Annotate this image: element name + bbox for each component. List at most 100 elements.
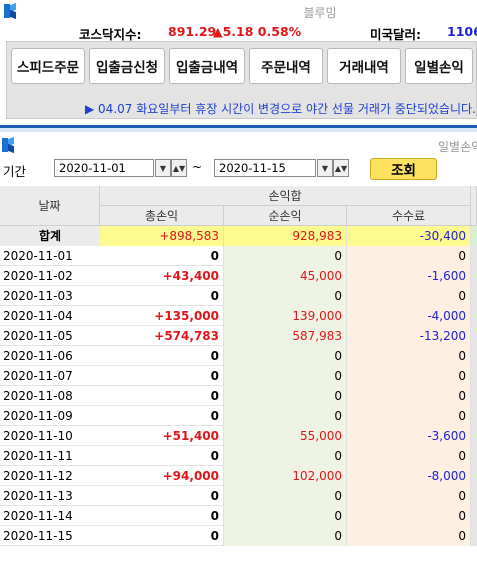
table-row[interactable]: 2020-11-12 +94,000 102,000 -8,000 bbox=[0, 466, 477, 486]
trade-history-button[interactable]: 거래내역 bbox=[327, 48, 401, 84]
row-gross: 0 bbox=[100, 286, 224, 306]
row-date: 2020-11-10 bbox=[3, 429, 73, 443]
header-extra bbox=[471, 186, 477, 226]
period-label: 기간 bbox=[3, 164, 27, 179]
row-date: 2020-11-06 bbox=[3, 349, 73, 363]
row-fee: -1,600 bbox=[347, 266, 471, 286]
row-gross: 0 bbox=[100, 246, 224, 266]
table-row[interactable]: 2020-11-14 0 0 0 bbox=[0, 506, 477, 526]
row-extra bbox=[471, 286, 477, 306]
table-row[interactable]: 2020-11-07 0 0 0 bbox=[0, 366, 477, 386]
row-fee: -3,600 bbox=[347, 426, 471, 446]
table-row[interactable]: 2020-11-10 +51,400 55,000 -3,600 bbox=[0, 426, 477, 446]
row-extra bbox=[471, 346, 477, 366]
pnl-group-header: 손익합 bbox=[100, 186, 471, 206]
row-net: 0 bbox=[224, 346, 347, 366]
row-gross: 0 bbox=[100, 506, 224, 526]
usd-value: 1106 bbox=[447, 24, 477, 39]
row-date: 2020-11-05 bbox=[3, 329, 73, 343]
row-fee: 0 bbox=[347, 446, 471, 466]
row-gross: 0 bbox=[100, 526, 224, 546]
table-row[interactable]: 2020-11-04 +135,000 139,000 -4,000 bbox=[0, 306, 477, 326]
table-row[interactable]: 2020-11-03 0 0 0 bbox=[0, 286, 477, 306]
row-extra bbox=[471, 426, 477, 446]
deposit-request-button[interactable]: 입출금신청 bbox=[89, 48, 165, 84]
row-date: 2020-11-01 bbox=[3, 249, 73, 263]
row-net: 139,000 bbox=[224, 306, 347, 326]
row-fee: 0 bbox=[347, 526, 471, 546]
speed-order-button[interactable]: 스피드주문 bbox=[11, 48, 85, 84]
row-net: 0 bbox=[224, 286, 347, 306]
market-ticker: 코스닥지수: 891.29 ▲5.18 0.58% 미국달러: 1106 bbox=[0, 24, 477, 42]
row-fee: 0 bbox=[347, 406, 471, 426]
fee-header: 수수료 bbox=[347, 206, 471, 226]
summary-net: 928,983 bbox=[224, 226, 347, 246]
row-date: 2020-11-04 bbox=[3, 309, 73, 323]
row-net: 55,000 bbox=[224, 426, 347, 446]
row-fee: 0 bbox=[347, 506, 471, 526]
table-row[interactable]: 2020-11-09 0 0 0 bbox=[0, 406, 477, 426]
table-row[interactable]: 2020-11-15 0 0 0 bbox=[0, 526, 477, 546]
summary-extra bbox=[471, 226, 477, 246]
end-date-input[interactable]: 2020-11-15 bbox=[214, 159, 316, 177]
sub-window-title: 일별손익 bbox=[438, 140, 477, 154]
table-row[interactable]: 2020-11-08 0 0 0 bbox=[0, 386, 477, 406]
search-button[interactable]: 조회 bbox=[370, 158, 437, 180]
row-extra bbox=[471, 326, 477, 346]
row-fee: -8,000 bbox=[347, 466, 471, 486]
start-date-calendar-icon[interactable]: ▼ bbox=[155, 159, 171, 177]
daily-pnl-button[interactable]: 일별손익 bbox=[405, 48, 473, 84]
row-fee: 0 bbox=[347, 246, 471, 266]
row-extra bbox=[471, 466, 477, 486]
order-history-button[interactable]: 주문내역 bbox=[249, 48, 323, 84]
table-row[interactable]: 2020-11-13 0 0 0 bbox=[0, 486, 477, 506]
start-date-spin-icon[interactable]: ▲▼ bbox=[171, 159, 187, 177]
row-gross: +135,000 bbox=[100, 306, 224, 326]
summary-fee: -30,400 bbox=[347, 226, 471, 246]
row-date: 2020-11-15 bbox=[3, 529, 73, 543]
net-header: 순손익 bbox=[224, 206, 347, 226]
row-fee: 0 bbox=[347, 286, 471, 306]
row-date: 2020-11-12 bbox=[3, 469, 73, 483]
row-extra bbox=[471, 446, 477, 466]
start-date-input[interactable]: 2020-11-01 bbox=[54, 159, 154, 177]
row-gross: +574,783 bbox=[100, 326, 224, 346]
table-row[interactable]: 2020-11-02 +43,400 45,000 -1,600 bbox=[0, 266, 477, 286]
row-fee: -13,200 bbox=[347, 326, 471, 346]
row-net: 0 bbox=[224, 386, 347, 406]
deposit-history-button[interactable]: 입출금내역 bbox=[169, 48, 245, 84]
notice-text: ▶ 04.07 화요일부터 휴장 시간이 변경으로 야간 선물 거래가 중단되었… bbox=[85, 102, 476, 116]
row-net: 0 bbox=[224, 446, 347, 466]
kosdaq-change: ▲5.18 0.58% bbox=[213, 24, 302, 39]
app-logo-icon bbox=[2, 136, 14, 154]
daily-pnl-window: 일별손익 기간 2020-11-01 ▼ ▲▼ ~ 2020-11-15 ▼ ▲… bbox=[0, 132, 477, 562]
row-extra bbox=[471, 406, 477, 426]
row-gross: +43,400 bbox=[100, 266, 224, 286]
end-date-calendar-icon[interactable]: ▼ bbox=[317, 159, 333, 177]
row-net: 0 bbox=[224, 366, 347, 386]
row-date: 2020-11-08 bbox=[3, 389, 73, 403]
row-fee: 0 bbox=[347, 346, 471, 366]
table-row[interactable]: 2020-11-05 +574,783 587,983 -13,200 bbox=[0, 326, 477, 346]
row-fee: 0 bbox=[347, 486, 471, 506]
row-gross: 0 bbox=[100, 346, 224, 366]
table-row[interactable]: 2020-11-11 0 0 0 bbox=[0, 446, 477, 466]
summary-row[interactable]: 합계 +898,583 928,983 -30,400 bbox=[0, 226, 477, 246]
row-extra bbox=[471, 366, 477, 386]
date-header: 날짜 bbox=[0, 186, 100, 226]
row-date: 2020-11-09 bbox=[3, 409, 73, 423]
row-net: 0 bbox=[224, 246, 347, 266]
row-gross: +51,400 bbox=[100, 426, 224, 446]
summary-label: 합계 bbox=[0, 226, 100, 246]
range-separator: ~ bbox=[192, 160, 203, 174]
row-net: 45,000 bbox=[224, 266, 347, 286]
table-row[interactable]: 2020-11-06 0 0 0 bbox=[0, 346, 477, 366]
row-gross: 0 bbox=[100, 406, 224, 426]
toolbar: 스피드주문 입출금신청 입출금내역 주문내역 거래내역 일별손익 ▶ 04.07… bbox=[6, 41, 477, 119]
row-fee: -4,000 bbox=[347, 306, 471, 326]
row-gross: 0 bbox=[100, 366, 224, 386]
table-row[interactable]: 2020-11-01 0 0 0 bbox=[0, 246, 477, 266]
row-net: 0 bbox=[224, 486, 347, 506]
row-net: 102,000 bbox=[224, 466, 347, 486]
end-date-spin-icon[interactable]: ▲▼ bbox=[333, 159, 349, 177]
